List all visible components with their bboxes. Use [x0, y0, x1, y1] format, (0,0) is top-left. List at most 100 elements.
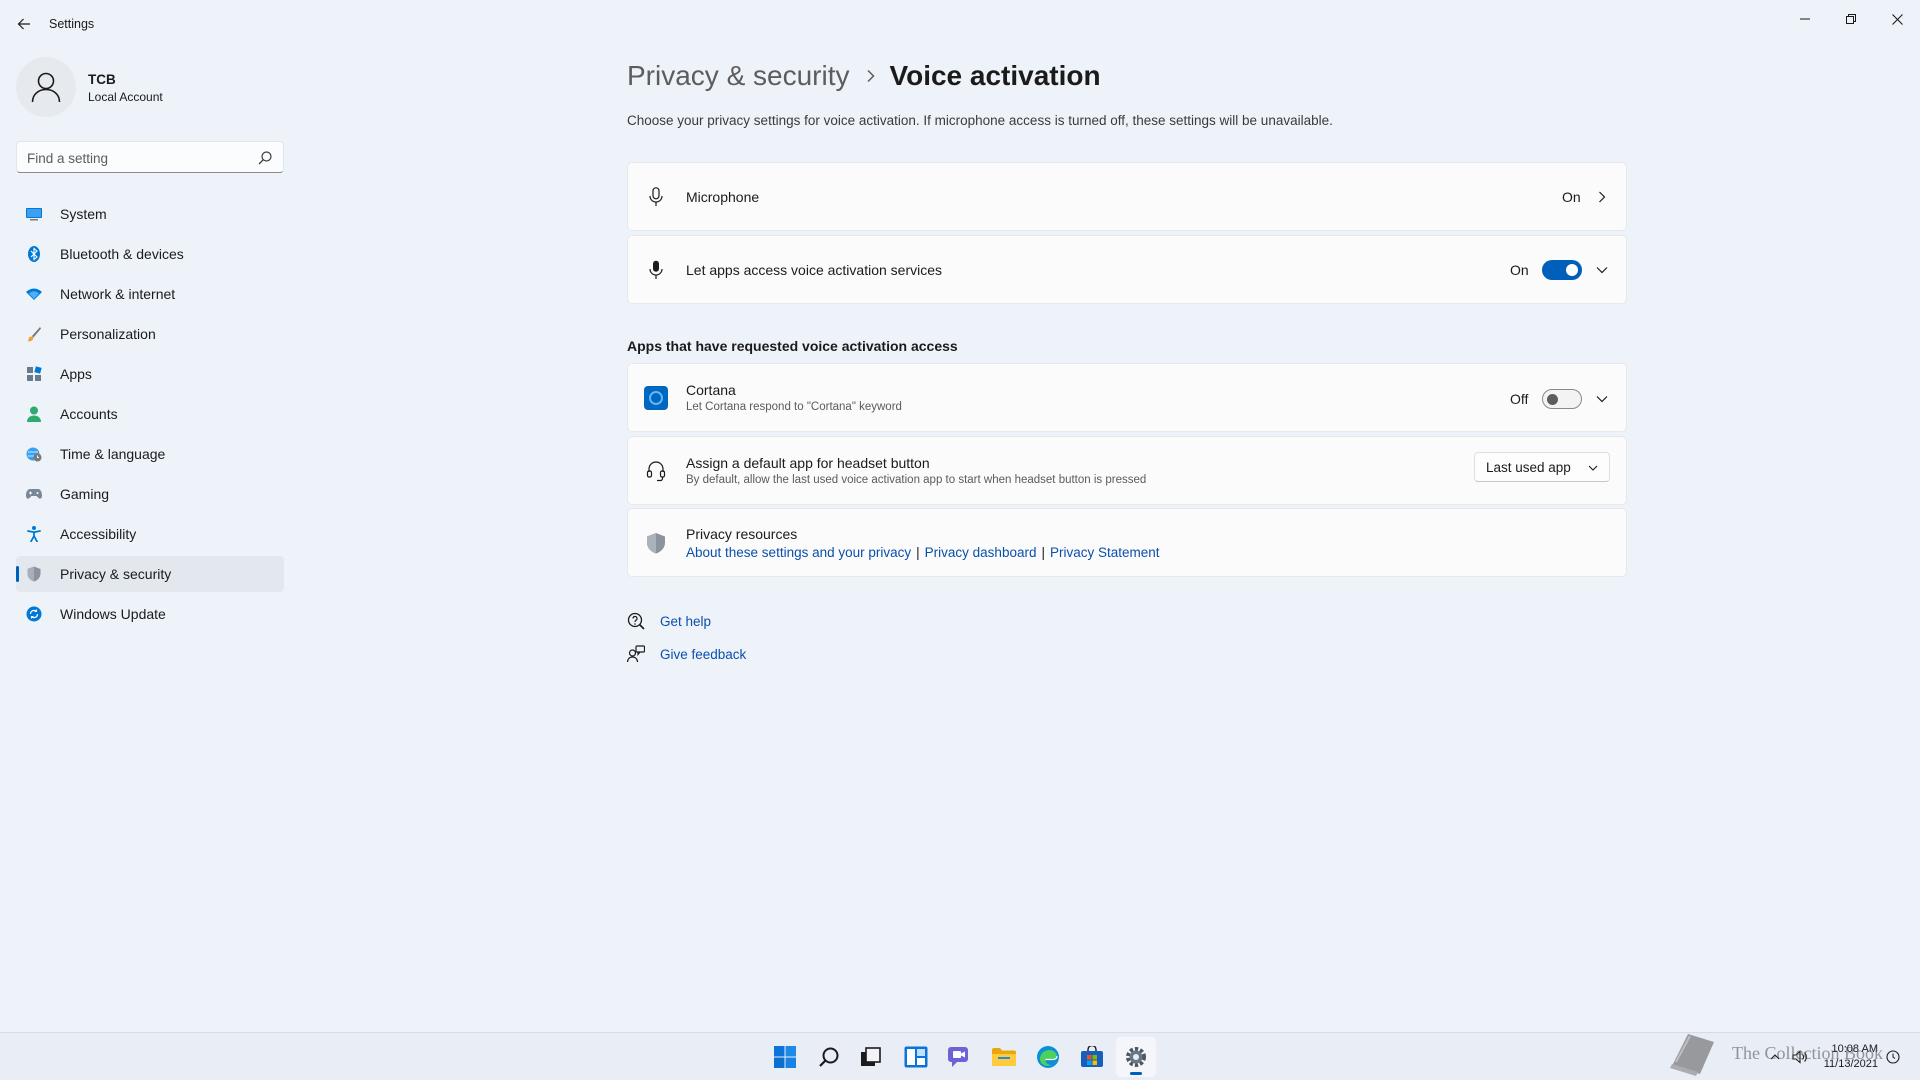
- voice-access-state: On: [1510, 262, 1529, 278]
- microphone-title: Microphone: [686, 189, 760, 205]
- get-help-link[interactable]: Get help: [660, 614, 711, 629]
- minimize-button[interactable]: [1782, 4, 1828, 34]
- sidebar-item-personalization[interactable]: Personalization: [16, 316, 284, 352]
- page-title: Voice activation: [889, 60, 1101, 91]
- sidebar-item-label: Privacy & security: [60, 566, 172, 582]
- privacy-statement-link[interactable]: Privacy Statement: [1050, 545, 1160, 560]
- microphone-filled-icon: [644, 258, 668, 282]
- microphone-icon: [644, 185, 668, 209]
- watermark: The Collection Book: [1666, 1030, 1883, 1076]
- globe-clock-icon: [26, 446, 42, 462]
- privacy-dashboard-link[interactable]: Privacy dashboard: [925, 545, 1037, 560]
- breadcrumb: Privacy & security Voice activation: [627, 56, 1101, 96]
- sidebar-item-gaming[interactable]: Gaming: [16, 476, 284, 512]
- sidebar-item-label: Accounts: [60, 406, 118, 422]
- wifi-icon: [26, 286, 42, 302]
- sidebar-item-windows-update[interactable]: Windows Update: [16, 596, 284, 632]
- get-help-row[interactable]: Get help: [627, 610, 711, 632]
- start-button[interactable]: [765, 1037, 805, 1077]
- headset-icon: [644, 459, 668, 483]
- app-title: Settings: [49, 17, 95, 31]
- microphone-state: On: [1562, 189, 1581, 205]
- search-icon[interactable]: [257, 150, 273, 166]
- feedback-icon: [627, 645, 645, 663]
- dropdown-selected-value: Last used app: [1486, 460, 1571, 475]
- sidebar-item-label: Network & internet: [60, 286, 176, 302]
- sidebar-item-network[interactable]: Network & internet: [16, 276, 284, 312]
- taskbar-search-button[interactable]: [809, 1037, 849, 1077]
- link-separator: |: [1041, 545, 1045, 560]
- gamepad-icon: [26, 486, 42, 502]
- sidebar-item-time-language[interactable]: Time & language: [16, 436, 284, 472]
- breadcrumb-parent[interactable]: Privacy & security: [627, 60, 850, 92]
- sidebar-item-label: Time & language: [60, 446, 166, 462]
- microphone-setting[interactable]: Microphone On: [627, 162, 1627, 231]
- sidebar-item-label: Gaming: [60, 486, 110, 502]
- chevron-down-icon: [1587, 462, 1599, 474]
- user-icon: [31, 72, 61, 103]
- shield-icon: [26, 566, 42, 582]
- account-type: Local Account: [88, 90, 163, 104]
- sidebar-item-bluetooth[interactable]: Bluetooth & devices: [16, 236, 284, 272]
- sidebar-item-accessibility[interactable]: Accessibility: [16, 516, 284, 552]
- chevron-right-icon[interactable]: [1592, 187, 1612, 207]
- apps-icon: [26, 366, 42, 382]
- sidebar-item-label: Bluetooth & devices: [60, 246, 184, 262]
- notification-icon[interactable]: [1884, 1048, 1902, 1066]
- title-bar: Settings: [0, 0, 1920, 48]
- chevron-down-icon[interactable]: [1592, 389, 1612, 409]
- close-icon: [1891, 13, 1903, 25]
- give-feedback-link[interactable]: Give feedback: [660, 647, 746, 662]
- settings-icon: [1126, 1047, 1146, 1067]
- restore-button[interactable]: [1828, 4, 1874, 34]
- headset-title: Assign a default app for headset button: [686, 455, 930, 471]
- voice-access-toggle[interactable]: [1542, 260, 1582, 280]
- book-icon: [1670, 1034, 1714, 1076]
- sidebar-nav: System Bluetooth & devices Network & int…: [16, 196, 284, 636]
- task-view-icon: [861, 1047, 881, 1066]
- voice-activation-access-setting[interactable]: Let apps access voice activation service…: [627, 235, 1627, 304]
- search-icon: [819, 1047, 839, 1067]
- store-icon: [1081, 1046, 1103, 1067]
- store-button[interactable]: [1072, 1037, 1112, 1077]
- bluetooth-icon: [26, 246, 42, 262]
- sidebar-item-apps[interactable]: Apps: [16, 356, 284, 392]
- headset-app-dropdown[interactable]: Last used app: [1474, 452, 1610, 482]
- avatar: [16, 57, 76, 117]
- chat-icon: [948, 1047, 968, 1067]
- chat-button[interactable]: [940, 1037, 980, 1077]
- widgets-button[interactable]: [896, 1037, 936, 1077]
- user-profile[interactable]: TCB Local Account: [16, 57, 276, 117]
- sidebar-item-accounts[interactable]: Accounts: [16, 396, 284, 432]
- sidebar-item-privacy-security[interactable]: Privacy & security: [16, 556, 284, 592]
- close-button[interactable]: [1874, 4, 1920, 34]
- accessibility-icon: [26, 526, 42, 542]
- restore-icon: [1846, 14, 1856, 24]
- chevron-down-icon[interactable]: [1592, 260, 1612, 280]
- monitor-icon: [26, 206, 42, 222]
- sidebar-item-label: Windows Update: [60, 606, 166, 622]
- task-view-button[interactable]: [851, 1037, 891, 1077]
- settings-window: Settings TCB Local Account System Blueto…: [0, 0, 1920, 1032]
- headset-button-setting: Assign a default app for headset button …: [627, 436, 1627, 505]
- sidebar-item-system[interactable]: System: [16, 196, 284, 232]
- edge-button[interactable]: [1028, 1037, 1068, 1077]
- user-name: TCB: [88, 72, 116, 87]
- privacy-links: About these settings and your privacy | …: [686, 545, 1160, 560]
- privacy-resources: Privacy resources About these settings a…: [627, 508, 1627, 577]
- minimize-icon: [1800, 18, 1810, 20]
- sidebar-item-label: Personalization: [60, 326, 156, 342]
- page-description: Choose your privacy settings for voice a…: [627, 113, 1333, 128]
- cortana-setting[interactable]: Cortana Let Cortana respond to "Cortana"…: [627, 363, 1627, 432]
- give-feedback-row[interactable]: Give feedback: [627, 643, 746, 665]
- search-input[interactable]: [27, 148, 247, 168]
- help-icon: [627, 612, 645, 630]
- about-privacy-link[interactable]: About these settings and your privacy: [686, 545, 911, 560]
- widgets-icon: [904, 1046, 928, 1068]
- chevron-right-icon: [866, 69, 876, 83]
- edge-icon: [1037, 1046, 1059, 1068]
- settings-taskbar-button[interactable]: [1116, 1037, 1156, 1077]
- cortana-toggle[interactable]: [1542, 389, 1582, 409]
- file-explorer-button[interactable]: [984, 1037, 1024, 1077]
- back-button[interactable]: [12, 12, 36, 36]
